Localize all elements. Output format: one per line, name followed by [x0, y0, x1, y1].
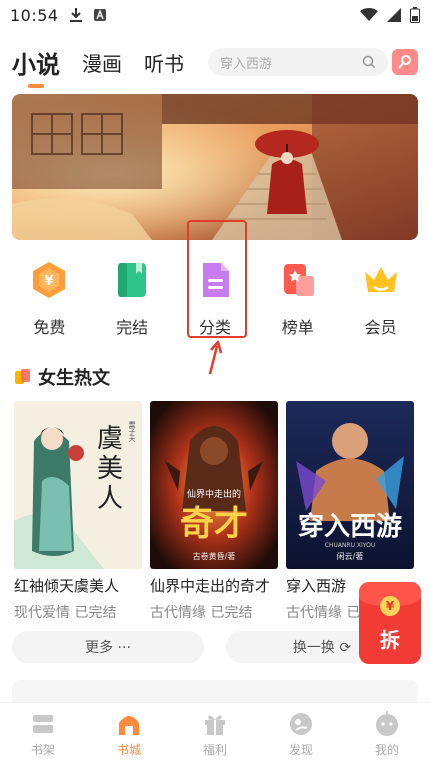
book-cover: 虞 美 人 鬻子天 [14, 401, 142, 569]
status-bar: 10:54 [0, 0, 430, 30]
category-label: 完结 [116, 318, 149, 337]
svg-text:仙界中走出的: 仙界中走出的 [187, 488, 241, 500]
book-status: 已完结 [74, 605, 117, 621]
book-title: 红袖倾天虞美人 [14, 577, 120, 595]
svg-text:CHUANRU XIYOU: CHUANRU XIYOU [325, 542, 375, 549]
book-title: 仙界中走出的奇才 [150, 577, 271, 595]
nav-label: 书架 [30, 743, 55, 757]
svg-text:穿入西游: 穿入西游 [298, 511, 402, 542]
svg-text:奇才: 奇才 [180, 504, 248, 544]
more-button[interactable]: 更多 ··· [12, 631, 204, 663]
tab-novel[interactable]: 小说 [12, 45, 60, 88]
annotation-highlight-box [187, 220, 247, 338]
svg-text:¥: ¥ [45, 274, 54, 289]
section-tag-icon [15, 369, 30, 384]
bookstore-icon [119, 716, 139, 735]
section-header: 女生热文 [14, 364, 110, 390]
nav-label: 我的 [374, 743, 399, 757]
category-vip[interactable]: 会员 [346, 256, 416, 338]
svg-text:人: 人 [97, 484, 123, 514]
nav-profile[interactable]: 我的 [357, 711, 417, 758]
coin-hexagon-icon: ¥ [33, 262, 66, 298]
book-cover: 仙界中走出的 奇才 古卷黄昏/著 [150, 401, 278, 569]
book-card[interactable]: 仙界中走出的 奇才 古卷黄昏/著 仙界中走出的奇才 古代情缘 已完结 [150, 401, 278, 622]
svg-text:虞: 虞 [97, 424, 123, 454]
svg-text:闲云/著: 闲云/著 [337, 551, 364, 561]
book-genre: 现代爱情 [14, 605, 70, 621]
book-icon [118, 263, 147, 297]
nav-bookshelf[interactable]: 书架 [13, 711, 73, 758]
category-label: 免费 [33, 318, 66, 337]
book-cover: 穿入西游 CHUANRU XIYOU 闲云/著 [286, 401, 414, 569]
nav-bookstore[interactable]: 书城 [99, 711, 159, 758]
top-nav: 小说 漫画 听书 穿入西游 [0, 40, 430, 88]
category-ranking[interactable]: 榜单 [263, 256, 333, 338]
category-free[interactable]: ¥ 免费 [14, 256, 84, 338]
ranking-icon [283, 264, 314, 296]
book-card[interactable]: 虞 美 人 鬻子天 红袖倾天虞美人 现代爱情 已完结 [14, 401, 142, 622]
tab-comic[interactable]: 漫画 [82, 48, 122, 77]
download-icon [69, 8, 82, 22]
category-label: 会员 [364, 318, 397, 337]
book-genre: 古代情缘 [286, 605, 342, 621]
wifi-icon [360, 8, 378, 21]
bottom-nav: 书架 书城 福利 发现 我的 [0, 702, 430, 765]
red-packet-button[interactable]: ¥ 拆 [359, 582, 421, 664]
nav-label: 书城 [116, 743, 141, 757]
book-status: 已完结 [210, 605, 253, 621]
bookshelf-icon [33, 715, 53, 733]
banner-image[interactable] [12, 94, 418, 240]
svg-text:美: 美 [97, 454, 123, 484]
battery-icon [410, 7, 420, 23]
search-placeholder: 穿入西游 [220, 56, 273, 72]
gift-icon [205, 715, 225, 735]
svg-text:鬻子天: 鬻子天 [128, 420, 136, 443]
app-a-icon [93, 9, 106, 21]
nav-welfare[interactable]: 福利 [185, 711, 245, 758]
coin-icon: ¥ [380, 596, 400, 616]
crown-icon [364, 267, 397, 292]
profile-icon [376, 711, 398, 736]
nav-discover[interactable]: 发现 [271, 711, 331, 758]
book-genre: 古代情缘 [150, 605, 206, 621]
tab-audiobook[interactable]: 听书 [144, 48, 184, 77]
red-packet-label: 拆 [380, 628, 400, 652]
nav-label: 发现 [288, 743, 313, 757]
category-finished[interactable]: 完结 [97, 256, 167, 338]
discover-icon [290, 713, 312, 735]
search-input[interactable]: 穿入西游 [208, 48, 388, 76]
book-meta: 古代情缘 已完结 [150, 602, 278, 622]
nav-label: 福利 [202, 743, 227, 757]
history-search-button[interactable] [392, 49, 418, 75]
category-label: 榜单 [281, 318, 314, 337]
banner-illustration [12, 94, 418, 240]
signal-icon [387, 8, 401, 22]
status-time: 10:54 [10, 5, 59, 25]
section-title: 女生热文 [38, 368, 110, 389]
search-icon [362, 55, 376, 69]
book-meta: 现代爱情 已完结 [14, 602, 142, 622]
annotation-arrow-icon [208, 340, 223, 375]
svg-text:古卷黄昏/著: 古卷黄昏/著 [193, 551, 236, 561]
search-key-icon [398, 55, 411, 69]
